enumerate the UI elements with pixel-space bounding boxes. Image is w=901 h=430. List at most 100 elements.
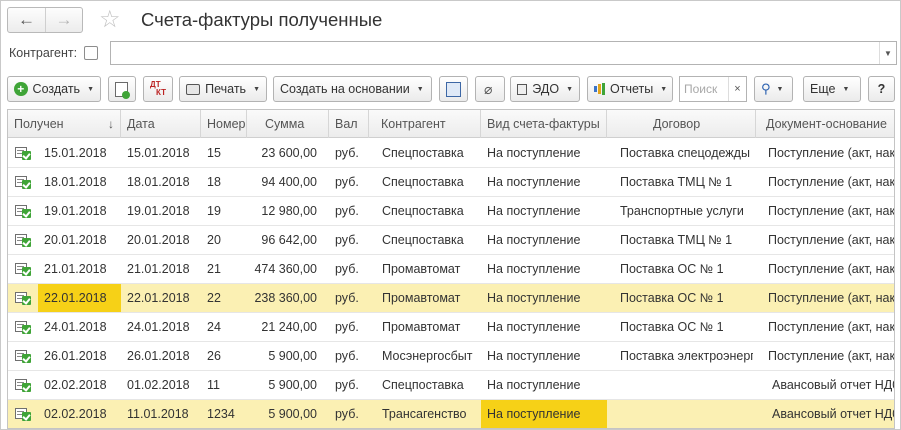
chevron-down-icon: ▼ [660, 85, 668, 93]
column-header-date[interactable]: Дата [121, 110, 201, 138]
paperclip-icon: ⌀ [484, 80, 493, 97]
cell-type: На поступление [481, 400, 607, 428]
column-header-label: Сумма [265, 117, 305, 131]
title-row: ← → ☆ Счета-фактуры полученные [7, 7, 895, 35]
table-row[interactable]: 02.02.2018 11.01.2018 1234 5 900,00 руб. Тран… [8, 400, 895, 428]
counterparty-filter-input[interactable]: ▼ [110, 41, 897, 65]
cell-received: 20.01.2018 [44, 233, 107, 247]
column-header-received[interactable]: Получен ↓ [8, 110, 121, 138]
cell-counterparty: Спецпоставка [382, 204, 464, 218]
cell-sum: 94 400,00 [261, 175, 317, 189]
table-row[interactable]: 19.01.2018 19.01.2018 19 12 980,00 руб. Спецп… [8, 197, 894, 226]
cell-counterparty: Трансагенство [382, 407, 467, 421]
cell-number: 24 [207, 320, 221, 334]
column-header-label: Вид счета-фактуры [487, 117, 600, 131]
column-header-basis-document[interactable]: Документ-основание [756, 110, 894, 138]
cell-basis: Авансовый отчет НД00 [772, 407, 895, 421]
cell-currency: руб. [335, 262, 359, 276]
command-bar: + Создать ▼ ДТ КТ Печать ▼ Создать на ос… [7, 76, 895, 102]
table-row[interactable]: 20.01.2018 20.01.2018 20 96 642,00 руб. Спецп… [8, 226, 894, 255]
table-row[interactable]: 02.02.2018 01.02.2018 11 5 900,00 руб. Спецпо… [8, 371, 894, 400]
cell-counterparty: Промавтомат [382, 320, 461, 334]
column-header-label: Дата [127, 117, 155, 131]
copy-document-button[interactable] [108, 76, 136, 102]
counterparty-filter-checkbox[interactable] [84, 46, 98, 60]
search-input[interactable] [680, 77, 728, 101]
form-window: ← → ☆ Счета-фактуры полученные Контраген… [0, 0, 901, 430]
column-header-currency[interactable]: Вал [329, 110, 369, 138]
invoice-received-icon [15, 263, 31, 276]
table-row[interactable]: 21.01.2018 21.01.2018 21 474 360,00 руб. Пром… [8, 255, 894, 284]
column-header-counterparty[interactable]: Контрагент [369, 110, 481, 138]
navigation-group: ← → [7, 7, 83, 33]
invoice-received-icon [15, 350, 31, 363]
cell-received: 02.02.2018 [44, 378, 107, 392]
chevron-down-icon: ▼ [416, 85, 424, 93]
column-header-sum[interactable]: Сумма [247, 110, 329, 138]
column-header-number[interactable]: Номер [201, 110, 247, 138]
cell-type: На поступление [487, 146, 581, 160]
cell-counterparty: Промавтомат [382, 262, 461, 276]
cell-basis: Авансовый отчет НД00 [772, 378, 895, 392]
column-header-contract[interactable]: Договор [607, 110, 756, 138]
document-icon [115, 81, 130, 99]
create-based-on-button[interactable]: Создать на основании ▼ [273, 76, 432, 102]
invoice-received-icon [15, 321, 31, 334]
more-button[interactable]: Еще ▼ [803, 76, 861, 102]
cell-sum: 474 360,00 [254, 262, 317, 276]
cell-type: На поступление [487, 349, 581, 363]
table-row[interactable]: 15.01.2018 15.01.2018 15 23 600,00 руб. Спецп… [8, 139, 894, 168]
back-button[interactable]: ← [8, 8, 45, 32]
page-title: Счета-фактуры полученные [141, 9, 383, 30]
chevron-down-icon[interactable]: ▼ [879, 42, 896, 64]
print-button[interactable]: Печать ▼ [179, 76, 267, 102]
cell-number: 22 [207, 291, 221, 305]
cell-counterparty: Промавтомат [382, 291, 461, 305]
attach-button[interactable]: ⌀ [475, 76, 505, 102]
cell-date: 01.02.2018 [127, 378, 190, 392]
invoice-received-icon [15, 147, 31, 160]
search-button[interactable]: ⚲ ▼ [754, 76, 793, 102]
dt-kt-button[interactable]: ДТ КТ [143, 76, 173, 102]
cell-currency: руб. [335, 407, 359, 421]
cell-sum: 96 642,00 [261, 233, 317, 247]
cell-contract: Поставка спецодежды [620, 146, 750, 160]
structure-button[interactable] [439, 76, 468, 102]
invoice-received-icon [15, 176, 31, 189]
cell-date: 24.01.2018 [127, 320, 190, 334]
table-row[interactable]: 22.01.2018 22.01.2018 22 238 360,00 руб. Пром… [8, 284, 894, 313]
column-header-invoice-type[interactable]: Вид счета-фактуры [481, 110, 607, 138]
column-header-label: Договор [653, 117, 701, 131]
cell-basis: Поступление (акт, накл [768, 291, 895, 305]
table-row[interactable]: 24.01.2018 24.01.2018 24 21 240,00 руб. Прома… [8, 313, 894, 342]
table-row[interactable]: 26.01.2018 26.01.2018 26 5 900,00 руб. Мосэне… [8, 342, 894, 371]
search-field[interactable]: × [679, 76, 747, 102]
cell-type: На поступление [487, 233, 581, 247]
cell-contract: Поставка ОС № 1 [620, 262, 724, 276]
table-row[interactable]: 18.01.2018 18.01.2018 18 94 400,00 руб. Спецп… [8, 168, 894, 197]
favorite-star-icon[interactable]: ☆ [99, 7, 121, 33]
edo-button[interactable]: ЭДО ▼ [510, 76, 580, 102]
edo-button-label: ЭДО [532, 82, 560, 96]
chevron-down-icon: ▼ [253, 85, 260, 93]
invoice-received-icon [15, 408, 31, 421]
chevron-down-icon: ▼ [776, 85, 784, 93]
cell-counterparty: Спецпоставка [382, 146, 464, 160]
cell-sum: 12 980,00 [261, 204, 317, 218]
cell-currency: руб. [335, 233, 359, 247]
help-button[interactable]: ? [868, 76, 895, 102]
cell-number: 1234 [207, 407, 235, 421]
reports-button[interactable]: Отчеты ▼ [587, 76, 673, 102]
column-header-label: Получен [14, 117, 64, 131]
cell-number: 15 [207, 146, 221, 160]
search-clear-button[interactable]: × [728, 77, 746, 101]
search-icon: ⚲ [761, 81, 771, 96]
column-header-label: Контрагент [381, 117, 446, 131]
cell-counterparty: Спецпоставка [382, 378, 464, 392]
forward-button[interactable]: → [45, 8, 82, 32]
cell-currency: руб. [335, 204, 359, 218]
cell-contract: Поставка ОС № 1 [620, 291, 724, 305]
cell-sum: 5 900,00 [268, 349, 317, 363]
create-button[interactable]: + Создать ▼ [7, 76, 101, 102]
column-header-label: Документ-основание [766, 117, 887, 131]
